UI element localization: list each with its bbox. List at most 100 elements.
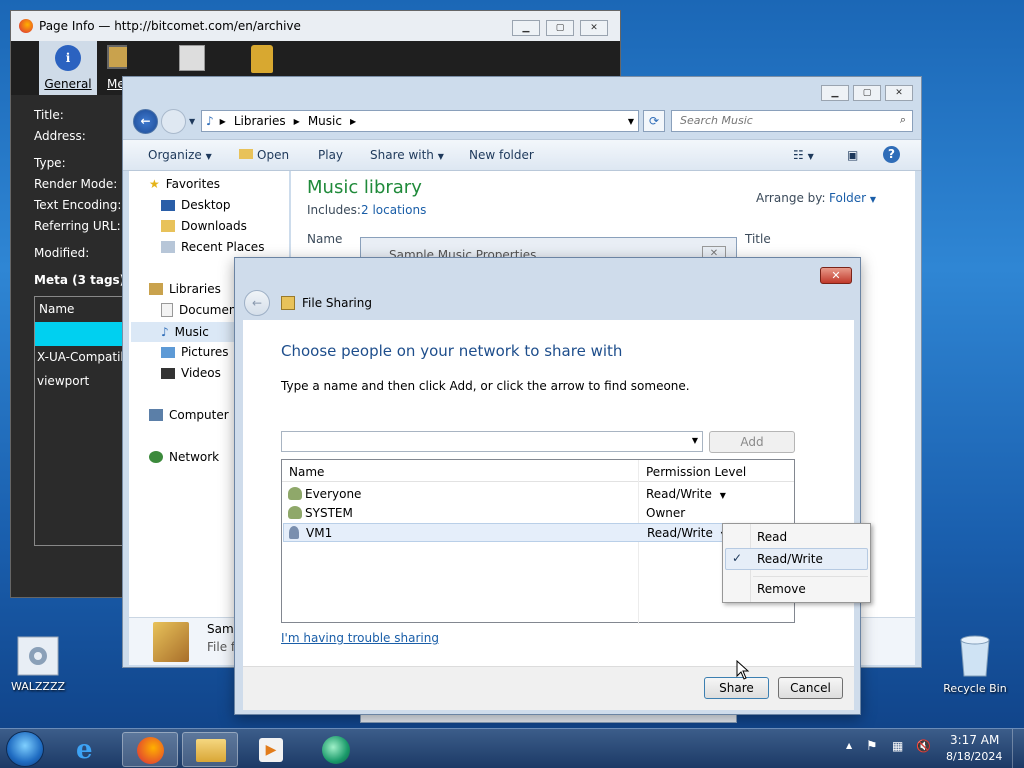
menu-item-read[interactable]: Read bbox=[757, 530, 787, 544]
name-combobox[interactable]: ▼ bbox=[281, 431, 703, 452]
clock-time[interactable]: 3:17 AM bbox=[950, 733, 999, 747]
open-button[interactable]: Open bbox=[239, 148, 289, 162]
menu-item-remove[interactable]: Remove bbox=[757, 582, 806, 596]
desktop-icon-recycle-bin[interactable]: Recycle Bin bbox=[940, 632, 1010, 695]
star-icon: ★ bbox=[149, 177, 160, 191]
dialog-title: File Sharing bbox=[302, 296, 372, 310]
music-note-icon: ♪ bbox=[161, 325, 169, 339]
permission-row-system[interactable]: SYSTEM Owner bbox=[283, 504, 793, 523]
trouble-sharing-link[interactable]: I'm having trouble sharing bbox=[281, 631, 439, 645]
nav-network[interactable]: Network bbox=[149, 450, 219, 464]
volume-muted-icon[interactable]: 🔇 bbox=[916, 739, 931, 753]
includes-locations-link[interactable]: 2 locations bbox=[361, 203, 426, 217]
refresh-icon[interactable]: ⟳ bbox=[643, 110, 665, 132]
close-button[interactable]: ✕ bbox=[820, 267, 852, 284]
meta-column-header[interactable]: Name bbox=[39, 302, 74, 316]
music-note-icon: ♪ bbox=[206, 114, 214, 128]
permission-row-everyone[interactable]: Everyone Read/Write ▼ bbox=[283, 485, 793, 504]
firefox-icon bbox=[137, 737, 164, 764]
address-bar[interactable]: ♪ ▶ Libraries ▶ Music ▶ ▼ bbox=[201, 110, 639, 132]
field-address-label: Address: bbox=[34, 129, 86, 143]
maximize-button[interactable]: ▢ bbox=[546, 20, 574, 36]
organize-button[interactable]: Organize ▼ bbox=[148, 148, 212, 162]
breadcrumb-music[interactable]: Music bbox=[308, 114, 342, 128]
permission-row-vm1[interactable]: VM1 Read/Write ▼ bbox=[283, 523, 793, 542]
permission-context-menu: Read ✓ Read/Write Remove bbox=[722, 523, 871, 603]
nav-downloads[interactable]: Downloads bbox=[161, 219, 247, 233]
permission-list[interactable]: Name Permission Level Everyone Read/Writ… bbox=[281, 459, 795, 624]
permission-level[interactable]: Read/Write ▼ bbox=[647, 526, 727, 540]
desktop-icon-walzzzz[interactable]: WALZZZZ bbox=[3, 636, 73, 693]
command-bar: Organize ▼ Open Play Share with ▼ New fo… bbox=[123, 139, 921, 171]
firefox-icon bbox=[19, 19, 33, 33]
search-icon[interactable]: ⌕ bbox=[900, 113, 906, 127]
arrange-by-dropdown[interactable]: Folder ▼ bbox=[829, 191, 876, 205]
recent-pages-chevron-icon[interactable]: ▼ bbox=[189, 117, 195, 126]
taskbar-app[interactable] bbox=[308, 732, 364, 767]
meta-row-selected[interactable] bbox=[35, 322, 133, 346]
taskbar-media-player[interactable]: ▶ bbox=[242, 732, 298, 767]
nav-pictures[interactable]: Pictures bbox=[161, 345, 229, 359]
show-desktop-button[interactable] bbox=[1012, 729, 1024, 768]
search-placeholder: Search Music bbox=[680, 114, 753, 127]
nav-videos[interactable]: Videos bbox=[161, 366, 221, 380]
menu-item-read-write[interactable]: Read/Write bbox=[757, 552, 823, 566]
back-button[interactable]: ← bbox=[133, 109, 158, 134]
cancel-button[interactable]: Cancel bbox=[778, 677, 843, 699]
view-options-icon[interactable]: ☷ ▼ bbox=[793, 148, 814, 162]
help-icon[interactable]: ? bbox=[883, 146, 900, 163]
nav-recent-places[interactable]: Recent Places bbox=[161, 240, 264, 254]
close-button[interactable]: ✕ bbox=[580, 20, 608, 36]
new-folder-button[interactable]: New folder bbox=[469, 148, 534, 162]
recycle-bin-icon bbox=[955, 632, 995, 678]
permission-level[interactable]: Read/Write ▼ bbox=[646, 487, 726, 501]
nav-desktop[interactable]: Desktop bbox=[161, 198, 231, 212]
downloads-icon bbox=[161, 220, 175, 232]
preview-pane-icon[interactable]: ▣ bbox=[847, 148, 858, 162]
taskbar-explorer[interactable] bbox=[182, 732, 238, 767]
taskbar-firefox[interactable] bbox=[122, 732, 178, 767]
dialog-footer: Share Cancel bbox=[243, 666, 854, 710]
network-tray-icon[interactable]: ▦ bbox=[892, 739, 903, 753]
field-render-mode-label: Render Mode: bbox=[34, 177, 118, 191]
play-button[interactable]: Play bbox=[318, 148, 343, 162]
add-button[interactable]: Add bbox=[709, 431, 795, 453]
column-header-permission[interactable]: Permission Level bbox=[646, 465, 746, 479]
close-button[interactable]: ✕ bbox=[885, 85, 913, 101]
minimize-button[interactable]: ▁ bbox=[821, 85, 849, 101]
explorer-titlebar[interactable] bbox=[123, 77, 921, 107]
media-icon bbox=[107, 45, 127, 69]
action-center-flag-icon[interactable]: ⚑ bbox=[866, 739, 878, 754]
clock-date[interactable]: 8/18/2024 bbox=[946, 750, 1002, 763]
meta-table[interactable]: Name X-UA-Compatib viewport bbox=[34, 296, 134, 546]
search-input[interactable]: Search Music ⌕ bbox=[671, 110, 913, 132]
show-hidden-icons-icon[interactable]: ▲ bbox=[846, 741, 852, 750]
user-icon bbox=[289, 526, 299, 539]
share-with-button[interactable]: Share with ▼ bbox=[370, 148, 444, 162]
chevron-down-icon[interactable]: ▼ bbox=[692, 436, 698, 445]
minimize-button[interactable]: ▁ bbox=[512, 20, 540, 36]
column-header-title[interactable]: Title bbox=[745, 232, 771, 246]
start-button[interactable] bbox=[6, 731, 44, 767]
column-header-name[interactable]: Name bbox=[307, 232, 342, 246]
nav-computer[interactable]: Computer bbox=[149, 408, 229, 422]
breadcrumb-libraries[interactable]: Libraries bbox=[234, 114, 286, 128]
meta-row[interactable]: viewport bbox=[37, 374, 89, 388]
field-type-label: Type: bbox=[34, 156, 66, 170]
column-header-name[interactable]: Name bbox=[289, 465, 324, 479]
meta-row[interactable]: X-UA-Compatib bbox=[37, 350, 128, 364]
back-button[interactable]: ← bbox=[244, 290, 270, 316]
breadcrumb-arrow-icon: ▶ bbox=[219, 116, 226, 126]
nav-favorites[interactable]: ★ Favorites bbox=[149, 177, 220, 191]
nav-libraries[interactable]: Libraries bbox=[149, 282, 221, 296]
taskbar-internet-explorer[interactable]: e bbox=[62, 732, 118, 767]
forward-button[interactable] bbox=[161, 109, 186, 134]
taskbar: e ▶ ▲ ⚑ ▦ 🔇 3:17 AM 8/18/2024 bbox=[0, 728, 1024, 768]
documents-icon bbox=[161, 303, 173, 317]
chevron-down-icon[interactable]: ▼ bbox=[720, 491, 726, 500]
nav-documents[interactable]: Documen bbox=[161, 303, 236, 317]
address-dropdown-icon[interactable]: ▼ bbox=[628, 117, 634, 126]
desktop-icon-label: WALZZZZ bbox=[10, 680, 66, 693]
tab-general[interactable]: i General bbox=[39, 41, 97, 95]
maximize-button[interactable]: ▢ bbox=[853, 85, 881, 101]
